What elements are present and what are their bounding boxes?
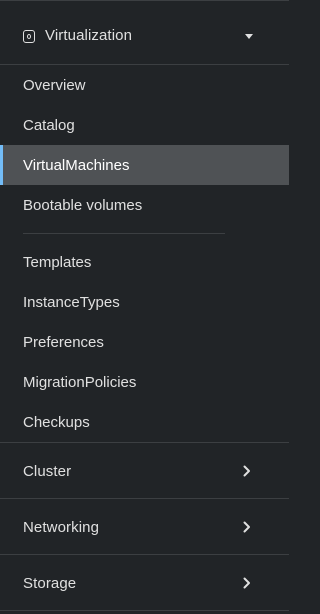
nav-item-templates[interactable]: Templates [0, 242, 289, 282]
nav-item-virtualmachines[interactable]: VirtualMachines [0, 145, 289, 185]
nav-item-checkups[interactable]: Checkups [0, 402, 289, 442]
section-divider [0, 610, 289, 611]
group-divider [23, 233, 225, 234]
networking-section-toggle[interactable]: Networking [0, 499, 289, 555]
virtualization-section-toggle[interactable]: Virtualization [0, 8, 289, 64]
nav-item-catalog[interactable]: Catalog [0, 105, 289, 145]
nav-item-instancetypes[interactable]: InstanceTypes [0, 282, 289, 322]
nav-item-preferences[interactable]: Preferences [0, 322, 289, 362]
chevron-right-icon [243, 577, 250, 589]
storage-section-toggle[interactable]: Storage [0, 555, 289, 611]
sidebar-nav: Virtualization Overview Catalog VirtualM… [0, 0, 289, 614]
top-divider [0, 0, 289, 1]
nav-item-migrationpolicies[interactable]: MigrationPolicies [0, 362, 289, 402]
caret-down-icon [245, 34, 253, 39]
networking-section-label: Networking [23, 518, 100, 536]
virtualization-icon [23, 30, 35, 43]
storage-section-label: Storage [23, 574, 77, 592]
nav-item-overview[interactable]: Overview [0, 65, 289, 105]
nav-item-bootable-volumes[interactable]: Bootable volumes [0, 185, 289, 225]
chevron-right-icon [243, 465, 250, 477]
virtualization-section-label: Virtualization [45, 27, 133, 44]
cluster-section-label: Cluster [23, 462, 72, 480]
chevron-right-icon [243, 521, 250, 533]
cluster-section-toggle[interactable]: Cluster [0, 443, 289, 499]
